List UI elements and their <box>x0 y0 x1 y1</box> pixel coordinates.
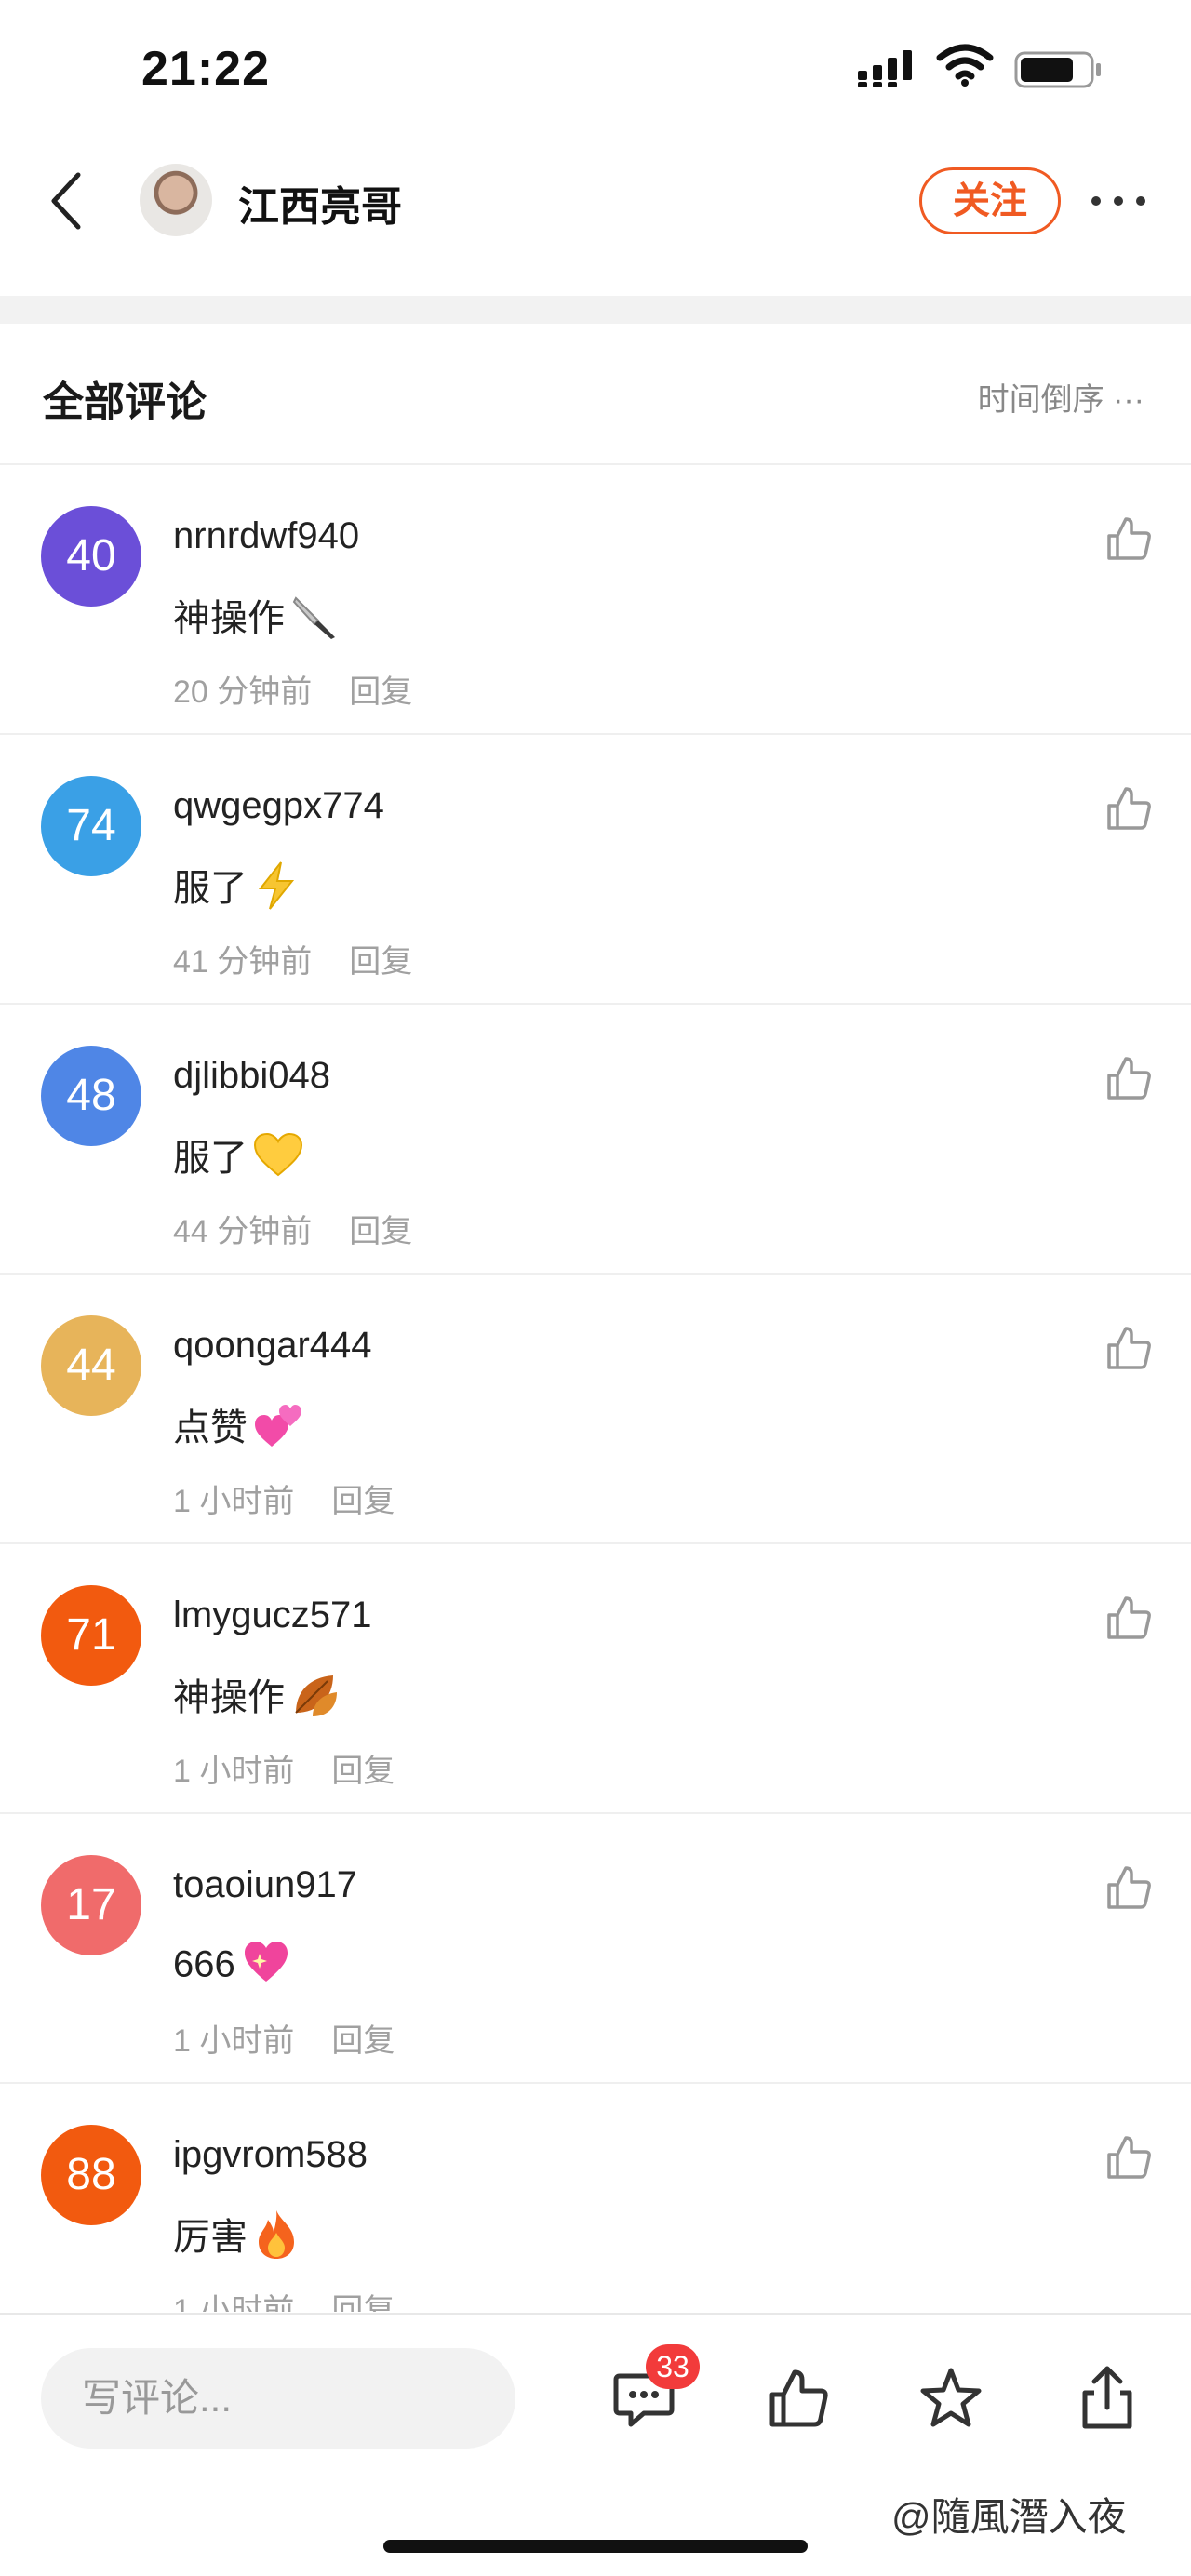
follow-button[interactable]: 关注 <box>919 167 1061 234</box>
share-icon[interactable] <box>1074 2365 1141 2432</box>
reply-button[interactable]: 回复 <box>349 674 412 710</box>
comment-time: 20 分钟前 <box>173 674 313 710</box>
comment-text: 神操作 <box>173 588 341 650</box>
comment-time: 1 小时前 <box>173 2023 295 2059</box>
commenter-username[interactable]: lmygucz571 <box>173 1595 371 1636</box>
comment-text: 服了 <box>173 1128 303 1188</box>
comment-time: 44 分钟前 <box>173 1214 313 1249</box>
comment-item[interactable]: 74 qwgegpx774 服了 41 分钟前 回复 <box>0 735 1191 1005</box>
user-avatar[interactable] <box>140 164 212 236</box>
commenter-avatar[interactable]: 71 <box>41 1585 141 1686</box>
commenter-username[interactable]: ipgvrom588 <box>173 2134 368 2176</box>
comment-body: 厉害 <box>173 2217 248 2258</box>
comment-text: 666 <box>173 1937 291 1996</box>
comment-time: 1 小时前 <box>173 1754 295 1789</box>
like-icon[interactable] <box>765 2365 832 2432</box>
comment-count-badge: 33 <box>646 2344 700 2389</box>
battery-icon <box>1014 51 1101 88</box>
divider-band <box>0 296 1191 324</box>
wifi-icon <box>936 44 994 87</box>
watermark: @隨風潛入夜 <box>891 2495 1127 2539</box>
commenter-username[interactable]: qoongar444 <box>173 1325 372 1367</box>
comment-meta: 1 小时前 回复 <box>173 2015 395 2061</box>
comment-text: 厉害 <box>173 2207 300 2270</box>
fallen-leaf-emoji-icon <box>290 1670 341 1729</box>
comment-meta: 1 小时前 回复 <box>173 1745 395 1791</box>
lightning-emoji-icon <box>253 861 300 920</box>
comment-item[interactable]: 88 ipgvrom588 厉害 1 小时前 回复 <box>0 2084 1191 2312</box>
comment-body: 点赞 <box>173 1408 248 1448</box>
thumbs-up-icon[interactable] <box>1104 1862 1154 1913</box>
status-time: 21:22 <box>141 42 270 96</box>
thumbs-up-icon[interactable] <box>1104 1593 1154 1643</box>
reply-button[interactable]: 回复 <box>331 2023 395 2059</box>
comment-text: 神操作 <box>173 1667 341 1729</box>
commenter-avatar[interactable]: 40 <box>41 506 141 607</box>
comment-meta: 1 小时前 回复 <box>173 1475 395 1521</box>
reply-button[interactable]: 回复 <box>331 2293 395 2312</box>
comment-list: 40 nrnrdwf940 神操作 20 分钟前 回复 74 qwgegpx774 服了 41 … <box>0 465 1191 2312</box>
status-bar: 21:22 <box>0 0 1191 140</box>
yellow-heart-emoji-icon <box>253 1132 303 1188</box>
commenter-avatar[interactable]: 48 <box>41 1046 141 1146</box>
reply-button[interactable]: 回复 <box>331 1484 395 1519</box>
comment-meta: 1 小时前 回复 <box>173 2285 395 2312</box>
commenter-avatar[interactable]: 74 <box>41 776 141 876</box>
home-indicator <box>383 2540 808 2553</box>
comment-item[interactable]: 48 djlibbi048 服了 44 分钟前 回复 <box>0 1005 1191 1275</box>
comment-body: 服了 <box>173 1138 248 1179</box>
commenter-username[interactable]: toaoiun917 <box>173 1864 357 1906</box>
comment-input[interactable]: 写评论... <box>41 2348 515 2449</box>
commenter-username[interactable]: nrnrdwf940 <box>173 515 359 557</box>
comment-meta: 20 分钟前 回复 <box>173 666 412 712</box>
sparkling-heart-emoji-icon <box>241 1937 291 1996</box>
thumbs-up-icon[interactable] <box>1104 1323 1154 1373</box>
cellular-signal-icon <box>858 50 912 87</box>
reply-button[interactable]: 回复 <box>349 1214 412 1249</box>
comment-meta: 44 分钟前 回复 <box>173 1206 412 1251</box>
comment-body: 神操作 <box>173 598 285 639</box>
star-icon[interactable] <box>917 2365 984 2432</box>
reply-button[interactable]: 回复 <box>331 1754 395 1789</box>
comment-item[interactable]: 40 nrnrdwf940 神操作 20 分钟前 回复 <box>0 465 1191 735</box>
comment-text: 服了 <box>173 858 300 920</box>
commenter-avatar[interactable]: 44 <box>41 1315 141 1416</box>
fire-emoji-icon <box>253 2209 300 2270</box>
thumbs-up-icon[interactable] <box>1104 514 1154 564</box>
thumbs-up-icon[interactable] <box>1104 783 1154 834</box>
two-hearts-emoji-icon <box>253 1400 303 1460</box>
comment-item[interactable]: 17 toaoiun917 666 1 小时前 回复 <box>0 1814 1191 2084</box>
comment-time: 41 分钟前 <box>173 944 313 980</box>
comment-body: 神操作 <box>173 1677 285 1718</box>
comment-time: 1 小时前 <box>173 1484 295 1519</box>
thumbs-up-icon[interactable] <box>1104 1053 1154 1103</box>
knife-emoji-icon <box>290 591 341 650</box>
more-dots-icon[interactable] <box>1087 180 1150 221</box>
comment-item[interactable]: 71 lmygucz571 神操作 1 小时前 回复 <box>0 1544 1191 1814</box>
commenter-avatar[interactable]: 17 <box>41 1855 141 1955</box>
comment-meta: 41 分钟前 回复 <box>173 936 412 981</box>
comment-text: 点赞 <box>173 1397 303 1460</box>
section-title: 全部评论 <box>43 380 207 425</box>
thumbs-up-icon[interactable] <box>1104 2132 1154 2182</box>
sort-order-button[interactable]: 时间倒序 ··· <box>978 374 1144 420</box>
reply-button[interactable]: 回复 <box>349 944 412 980</box>
commenter-avatar[interactable]: 88 <box>41 2125 141 2225</box>
commenter-username[interactable]: qwgegpx774 <box>173 785 384 827</box>
comment-body: 服了 <box>173 868 248 909</box>
comment-time: 1 小时前 <box>173 2293 295 2312</box>
header-username[interactable]: 江西亮哥 <box>238 173 402 233</box>
comment-body: 666 <box>173 1943 235 1985</box>
commenter-username[interactable]: djlibbi048 <box>173 1055 330 1097</box>
comment-item[interactable]: 44 qoongar444 点赞 1 小时前 回复 <box>0 1275 1191 1544</box>
back-icon[interactable] <box>41 167 97 234</box>
